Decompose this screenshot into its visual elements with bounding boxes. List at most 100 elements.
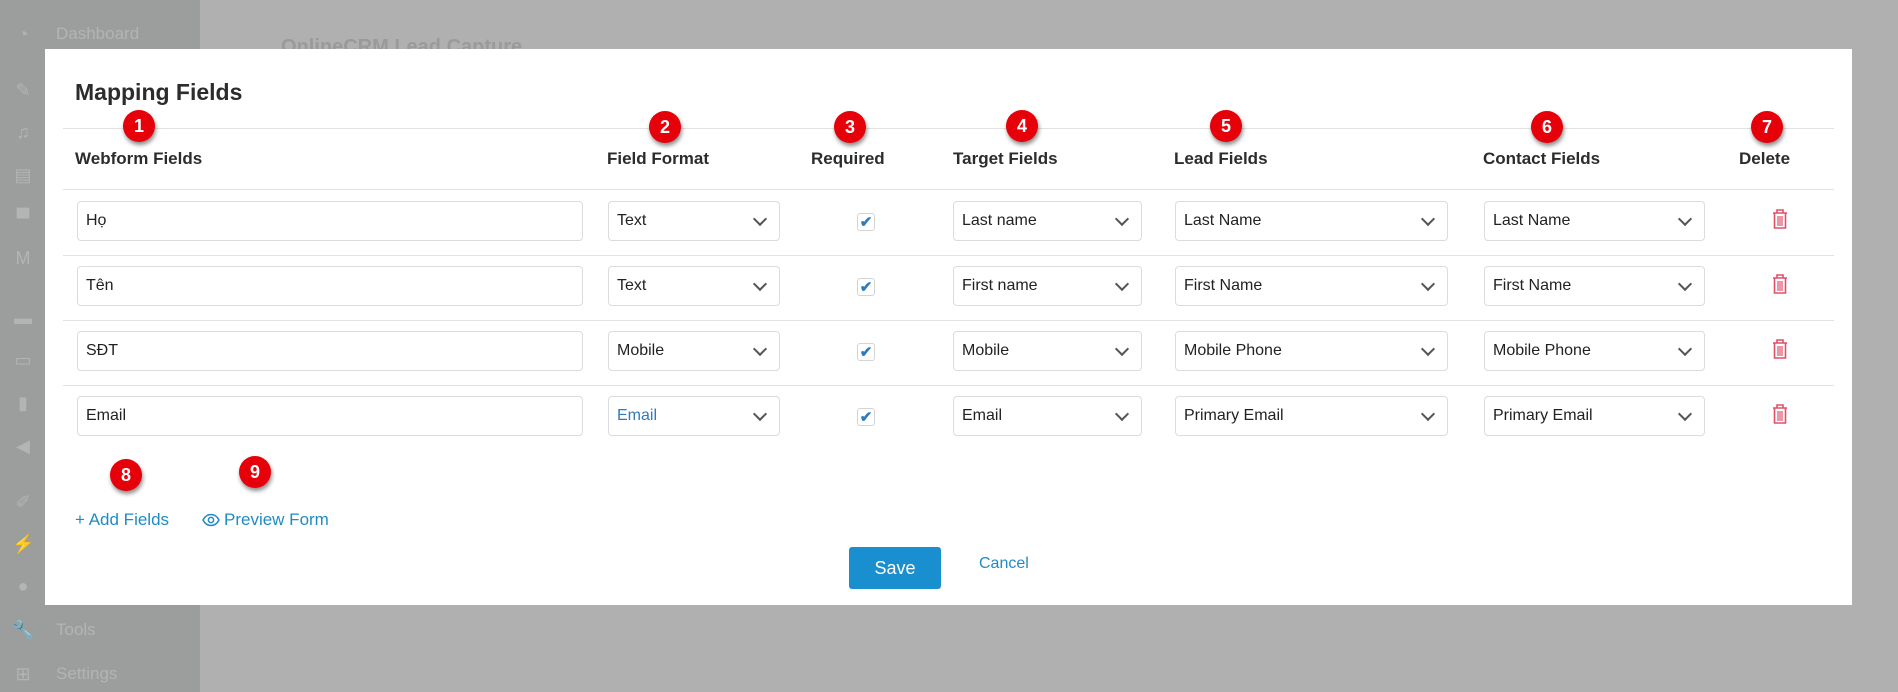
annotation-badge: 8 [110,459,142,491]
woo-icon: ▬ [14,308,32,328]
trash-icon[interactable] [1771,338,1789,360]
column-header-webform-fields: Webform Fields [75,149,203,168]
divider [63,385,1834,386]
target-field-select[interactable]: First name [953,266,1142,306]
webform-field-input[interactable]: Email [77,396,583,436]
chevron-down-icon [1420,341,1436,356]
target-field-select[interactable]: Mobile [953,331,1142,371]
trash-icon[interactable] [1771,273,1789,295]
select-value: Email [617,407,658,424]
chevron-down-icon [1420,211,1436,226]
pages-icon: ▤ [14,165,32,185]
chevron-down-icon [1114,276,1130,291]
column-header-field-format: Field Format [607,149,710,168]
select-value: Mobile [617,342,665,359]
lead-field-select[interactable]: Mobile Phone [1175,331,1448,371]
trash-icon[interactable] [1771,403,1789,425]
contact-field-select[interactable]: First Name [1484,266,1705,306]
mapping-row: Email Email ✔ Email Primary Email Primar… [45,388,1852,452]
required-checkbox[interactable]: ✔ [857,213,875,231]
select-value: Last Name [1184,212,1262,229]
select-value: Last name [962,212,1037,229]
column-header-contact-fields: Contact Fields [1483,149,1601,168]
plugin-icon: ⚡ [12,534,35,554]
annotation-badge: 7 [1751,111,1783,143]
sidebar-label: Tools [56,620,96,639]
sidebar-item-dashboard[interactable]: ◔ Dashboard [12,24,140,44]
cancel-button[interactable]: Cancel [979,555,1029,573]
pin-icon: ✎ [15,80,31,100]
target-field-select[interactable]: Last name [953,201,1142,241]
lead-field-select[interactable]: Last Name [1175,201,1448,241]
wrench-icon: 🔧 [12,620,35,640]
select-value: First Name [1493,277,1572,294]
field-format-select[interactable]: Mobile [608,331,780,371]
lead-field-select[interactable]: First Name [1175,266,1448,306]
chevron-down-icon [1677,276,1693,291]
dashboard-icon: ◔ [17,24,29,44]
select-value: Primary Email [1493,407,1593,424]
comments-icon: ▀ [16,208,30,228]
modal-title: Mapping Fields [75,79,243,105]
field-format-select[interactable]: Text [608,201,780,241]
annotation-badge: 1 [123,110,155,142]
select-value: Text [617,212,647,229]
trash-icon[interactable] [1771,208,1789,230]
m-icon: M [15,248,31,268]
contact-field-select[interactable]: Mobile Phone [1484,331,1705,371]
required-checkbox[interactable]: ✔ [857,408,875,426]
webform-field-input[interactable]: Tên [77,266,583,306]
chevron-down-icon [1420,406,1436,421]
add-fields-link[interactable]: + Add Fields [75,510,169,530]
sidebar-item-tools[interactable]: 🔧 Tools [12,620,96,640]
chevron-down-icon [1114,211,1130,226]
field-format-select[interactable]: Text [608,266,780,306]
annotation-badge: 6 [1531,111,1563,143]
preview-form-link[interactable]: Preview Form [202,510,329,530]
sidebar-label: Dashboard [56,24,140,43]
annotation-badge: 2 [649,111,681,143]
brush-icon: ✐ [15,492,31,512]
mapping-row: Họ Text ✔ Last name Last Name Last Name [45,193,1852,257]
chevron-down-icon [1114,341,1130,356]
chevron-down-icon [1677,406,1693,421]
mapping-row: Tên Text ✔ First name First Name First N… [45,258,1852,322]
chevron-down-icon [1677,341,1693,356]
user-icon: ● [17,576,29,596]
column-header-target-fields: Target Fields [953,149,1058,168]
select-value: Mobile Phone [1184,342,1282,359]
contact-field-select[interactable]: Last Name [1484,201,1705,241]
select-value: Last Name [1493,212,1571,229]
annotation-badge: 9 [239,456,271,488]
divider [63,189,1834,190]
select-value: First name [962,277,1038,294]
lead-field-select[interactable]: Primary Email [1175,396,1448,436]
sidebar-label: Settings [56,664,118,683]
chevron-down-icon [1420,276,1436,291]
sidebar-item-settings[interactable]: ⊞ Settings [12,664,117,684]
chevron-down-icon [1677,211,1693,226]
select-value: First Name [1184,277,1263,294]
select-value: Mobile Phone [1493,342,1591,359]
webform-field-input[interactable]: Họ [77,201,583,241]
contact-field-select[interactable]: Primary Email [1484,396,1705,436]
chevron-down-icon [752,341,768,356]
megaphone-icon: ◀ [16,436,30,456]
required-checkbox[interactable]: ✔ [857,278,875,296]
preview-form-label: Preview Form [224,510,329,529]
save-button[interactable]: Save [849,547,941,589]
required-checkbox[interactable]: ✔ [857,343,875,361]
column-header-delete: Delete [1739,149,1791,168]
chevron-down-icon [1114,406,1130,421]
field-format-select[interactable]: Email [608,396,780,436]
divider [63,128,1834,129]
chevron-down-icon [752,406,768,421]
annotation-badge: 4 [1006,110,1038,142]
select-value: Mobile [962,342,1010,359]
column-header-required: Required [811,149,885,168]
webform-field-input[interactable]: SĐT [77,331,583,371]
target-field-select[interactable]: Email [953,396,1142,436]
annotation-badge: 5 [1210,110,1242,142]
eye-icon [202,513,220,527]
chevron-down-icon [752,276,768,291]
